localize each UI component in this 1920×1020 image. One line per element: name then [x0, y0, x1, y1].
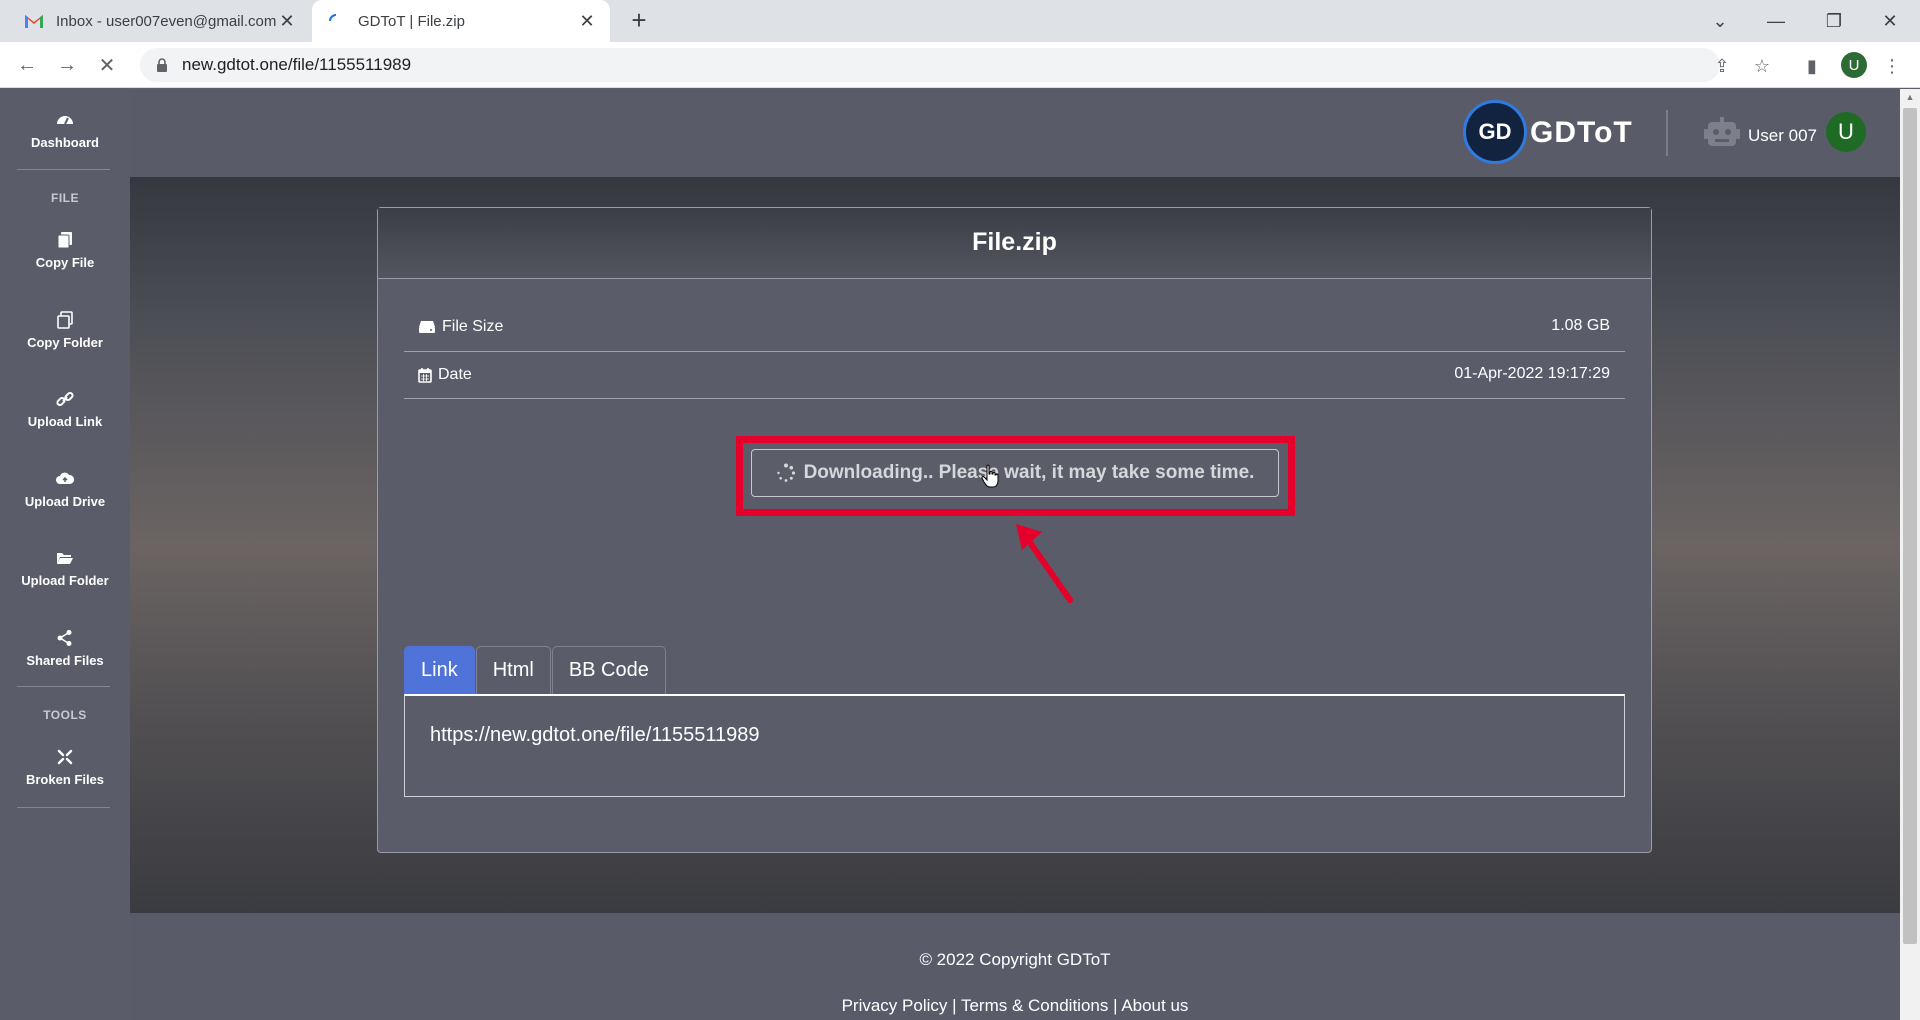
- site-logo-text[interactable]: GDToT: [1530, 116, 1633, 150]
- broken-link-icon: [57, 749, 73, 765]
- menu-kebab-icon[interactable]: ⋮: [1880, 54, 1904, 78]
- file-size-value: 1.08 GB: [1551, 317, 1610, 334]
- about-us-link[interactable]: About us: [1121, 996, 1188, 1015]
- sidebar-divider: [17, 169, 110, 170]
- tab-link[interactable]: Link: [404, 646, 475, 695]
- sidebar-item-broken-files[interactable]: Broken Files: [0, 748, 130, 787]
- close-tab-icon[interactable]: ✕: [578, 11, 596, 32]
- share-nodes-icon: [57, 630, 72, 646]
- sidebar-item-copy-folder[interactable]: Copy Folder: [0, 311, 130, 350]
- page-title: File.zip: [972, 228, 1057, 256]
- date-value: 01-Apr-2022 19:17:29: [1454, 365, 1610, 382]
- close-tab-icon[interactable]: ✕: [278, 11, 296, 32]
- sidebar-item-label: Dashboard: [31, 135, 99, 150]
- scrollbar-thumb[interactable]: [1903, 108, 1917, 944]
- dashboard-gauge-icon: [57, 116, 73, 125]
- url-text: new.gdtot.one/file/1155511989: [182, 55, 412, 74]
- sidebar-item-copy-file[interactable]: Copy File: [0, 231, 130, 270]
- sidebar-item-label: Upload Link: [27, 414, 103, 429]
- sidebar-divider: [17, 807, 110, 808]
- gmail-icon: [24, 11, 44, 31]
- footer-separator: |: [952, 996, 957, 1015]
- terms-link[interactable]: Terms & Conditions: [961, 996, 1108, 1015]
- folder-open-icon: [57, 553, 73, 564]
- footer-links: Privacy Policy | Terms & Conditions | Ab…: [130, 996, 1900, 1016]
- header-divider: [1666, 110, 1668, 156]
- tab-html[interactable]: Html: [475, 646, 551, 695]
- sidebar-item-upload-folder[interactable]: Upload Folder: [0, 549, 130, 588]
- robot-icon: [1704, 117, 1740, 146]
- restore-button[interactable]: ❐: [1806, 0, 1862, 42]
- sidebar-item-upload-drive[interactable]: Upload Drive: [0, 470, 130, 509]
- copy-file-icon: [57, 232, 72, 249]
- sidebar-item-label: Copy File: [35, 255, 95, 270]
- sidebar-item-label: Upload Folder: [21, 573, 109, 588]
- annotation-arrow-icon: [1016, 524, 1073, 603]
- sidebar-section-file: FILE: [51, 191, 79, 205]
- browser-tab-title: Inbox - user007even@gmail.com: [56, 12, 277, 30]
- user-name[interactable]: User 007: [1748, 126, 1817, 146]
- browser-tab-strip: Inbox - user007even@gmail.com ✕ GDToT | …: [0, 0, 1920, 42]
- sidebar-item-label: Upload Drive: [24, 494, 106, 509]
- privacy-policy-link[interactable]: Privacy Policy: [842, 996, 948, 1015]
- row-divider: [404, 351, 1625, 352]
- tab-bb-code[interactable]: BB Code: [551, 646, 666, 695]
- share-link-text[interactable]: https://new.gdtot.one/file/1155511989: [430, 724, 760, 747]
- avatar[interactable]: U: [1826, 112, 1866, 152]
- stop-loading-icon[interactable]: ✕: [92, 50, 122, 80]
- copy-folder-icon: [57, 311, 73, 329]
- share-tabs: Link Html BB Code: [404, 646, 667, 695]
- footer-separator: |: [1113, 996, 1118, 1015]
- close-window-button[interactable]: ✕: [1862, 0, 1918, 42]
- address-bar[interactable]: new.gdtot.one/file/1155511989: [140, 48, 1720, 82]
- copyright-text: © 2022 Copyright GDToT: [919, 950, 1111, 969]
- download-status-text: Downloading.. Please wait, it may take s…: [803, 462, 1255, 483]
- date-label-text: Date: [438, 366, 472, 383]
- browser-toolbar: ← → ✕ new.gdtot.one/file/1155511989 ⇪ ☆ …: [0, 42, 1920, 88]
- browser-profile-avatar[interactable]: U: [1841, 52, 1867, 78]
- forward-icon[interactable]: →: [52, 50, 82, 80]
- site-header: [130, 89, 1900, 177]
- new-tab-button[interactable]: +: [624, 6, 654, 36]
- sidebar-item-label: Broken Files: [25, 772, 105, 787]
- sidebar-item-label: Shared Files: [26, 653, 104, 668]
- share-icon[interactable]: ⇪: [1710, 54, 1734, 78]
- calendar-icon: [418, 368, 432, 383]
- sidebar-item-label: Copy Folder: [27, 335, 103, 350]
- browser-tab-gmail[interactable]: Inbox - user007even@gmail.com ✕: [10, 0, 310, 42]
- hand-cursor-icon: [981, 464, 999, 488]
- browser-tab-gdtot[interactable]: GDToT | File.zip ✕: [312, 0, 610, 42]
- tab-search-icon[interactable]: ⌄: [1692, 0, 1748, 42]
- row-divider: [404, 398, 1625, 399]
- hard-drive-icon: [419, 321, 435, 333]
- link-icon: [56, 391, 74, 407]
- browser-tab-title: GDToT | File.zip: [358, 12, 465, 30]
- cloud-upload-icon: [56, 472, 74, 484]
- site-logo-badge[interactable]: GD: [1463, 100, 1527, 164]
- back-icon[interactable]: ←: [12, 50, 42, 80]
- file-size-label-text: File Size: [442, 318, 504, 335]
- date-label: Date: [418, 366, 472, 384]
- file-size-label: File Size: [418, 318, 503, 336]
- minimize-button[interactable]: —: [1748, 0, 1804, 42]
- sidebar-section-tools: TOOLS: [43, 708, 87, 722]
- bookmark-star-icon[interactable]: ☆: [1750, 54, 1774, 78]
- loading-spinner-icon: [326, 11, 346, 31]
- scroll-up-arrow-icon[interactable]: ▲: [1904, 92, 1916, 102]
- side-panel-icon[interactable]: ▮: [1800, 54, 1824, 78]
- sidebar-item-shared-files[interactable]: Shared Files: [0, 629, 130, 668]
- loading-spinner-icon: [776, 463, 795, 482]
- sidebar-item-dashboard[interactable]: Dashboard: [0, 111, 130, 150]
- download-button[interactable]: Downloading.. Please wait, it may take s…: [751, 449, 1279, 497]
- lock-icon: [157, 58, 167, 72]
- sidebar-item-upload-link[interactable]: Upload Link: [0, 390, 130, 429]
- sidebar-divider: [17, 686, 110, 687]
